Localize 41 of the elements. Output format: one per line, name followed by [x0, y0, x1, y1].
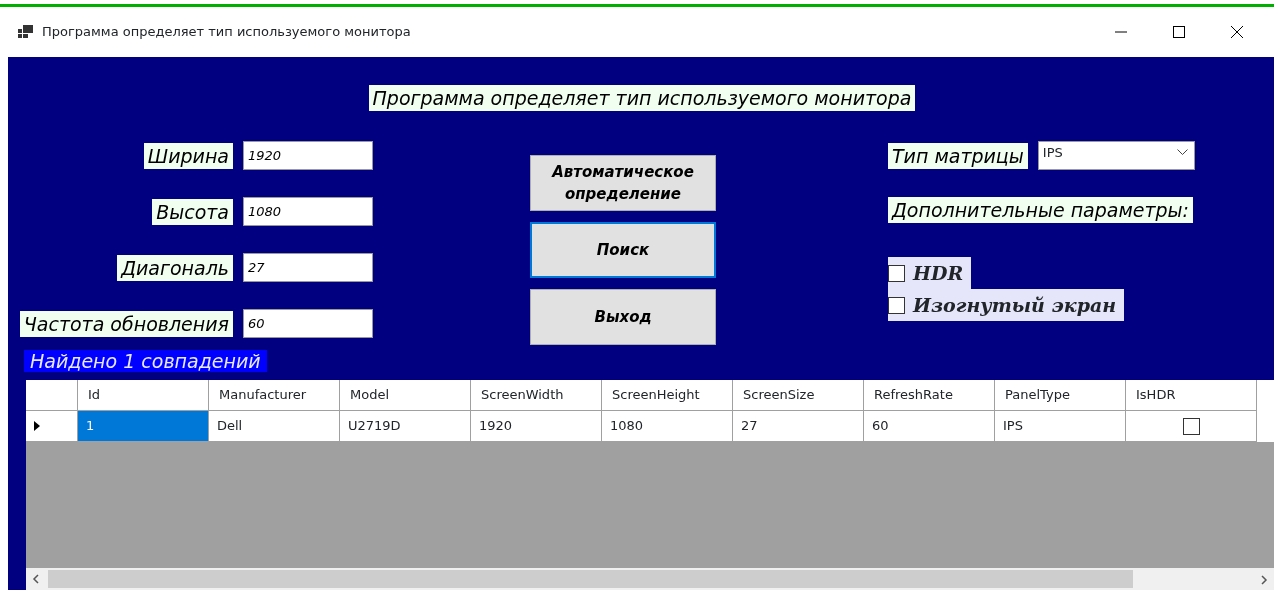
option-checkbox[interactable]: HDR	[888, 257, 972, 289]
horizontal-scrollbar[interactable]	[26, 568, 1274, 590]
table-cell[interactable]: 1	[78, 411, 209, 442]
action-button[interactable]: Выход	[530, 289, 716, 345]
scroll-right-icon[interactable]	[1260, 574, 1268, 585]
input-field[interactable]: 27	[243, 253, 373, 282]
action-button[interactable]: Автоматическое определение	[530, 155, 716, 211]
table-cell[interactable]: 27	[733, 411, 864, 442]
option-label: Изогнутый экран	[913, 293, 1117, 318]
table-cell[interactable]: U2719D	[340, 411, 471, 442]
table-cell[interactable]: 60	[864, 411, 995, 442]
field-label: Диагональ	[117, 254, 233, 281]
close-icon	[1231, 26, 1243, 38]
matrix-value: IPS	[1042, 143, 1063, 162]
input-field[interactable]: 1920	[243, 141, 373, 170]
input-field[interactable]: 1080	[243, 197, 373, 226]
input-field[interactable]: 60	[243, 309, 373, 338]
table-cell[interactable]: IPS	[995, 411, 1126, 442]
field-label: Ширина	[143, 142, 233, 169]
result-label: Найдено 1 совпадений	[24, 350, 267, 372]
checkbox[interactable]	[888, 296, 905, 314]
field-label: Высота	[152, 198, 233, 225]
matrix-dropdown[interactable]: IPS	[1037, 141, 1195, 170]
table-cell[interactable]: 1920	[471, 411, 602, 442]
chevron-down-icon	[1176, 149, 1188, 156]
action-button[interactable]: Поиск	[530, 222, 716, 278]
scroll-left-icon[interactable]	[32, 574, 40, 584]
window-title: Программа определяет тип используемого монитора	[42, 23, 411, 42]
checkbox[interactable]	[1182, 417, 1200, 435]
extra-parameters-label: Дополнительные параметры:	[888, 197, 1193, 223]
option-checkbox[interactable]: Изогнутый экран	[888, 289, 1125, 321]
table-cell[interactable]: 1080	[602, 411, 733, 442]
field-label: Частота обновления	[19, 310, 233, 337]
option-label: HDR	[913, 261, 964, 286]
table-cell[interactable]	[1126, 411, 1257, 442]
checkbox[interactable]	[888, 264, 905, 282]
app-icon	[18, 25, 34, 39]
maximize-icon	[1173, 26, 1185, 38]
matrix-label: Тип матрицы	[888, 142, 1028, 169]
table-cell[interactable]: Dell	[209, 411, 340, 442]
heading-label: Программа определяет тип используемого монитора	[368, 85, 916, 111]
